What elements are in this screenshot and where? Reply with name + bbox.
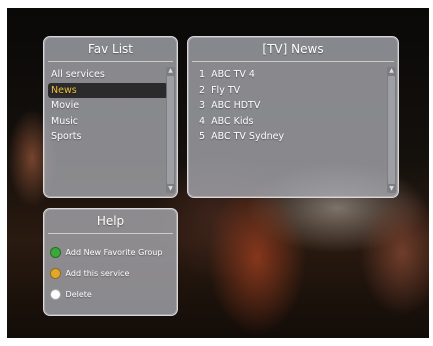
- help-panel: Help Add New Favorite Group Add this ser…: [43, 208, 178, 316]
- fav-list-scrollbar[interactable]: ▲ ▼: [166, 67, 175, 193]
- scroll-down-arrow-icon[interactable]: ▼: [387, 185, 396, 193]
- scroll-up-arrow-icon[interactable]: ▲: [166, 67, 175, 75]
- green-button-icon: [50, 247, 61, 258]
- yellow-button-icon: [50, 268, 61, 279]
- fav-group-item-news[interactable]: News: [48, 82, 168, 98]
- help-label: Add New Favorite Group: [65, 248, 163, 257]
- channel-item[interactable]: 4 ABC Kids: [196, 114, 386, 130]
- fav-group-item-music[interactable]: Music: [48, 114, 168, 130]
- scroll-up-arrow-icon[interactable]: ▲: [387, 67, 396, 75]
- channel-list-title: [TV] News: [192, 37, 394, 62]
- channel-number: 1: [199, 69, 206, 80]
- fav-group-label: Movie: [51, 100, 80, 111]
- help-label: Add this service: [65, 269, 130, 278]
- help-add-service-row: Add this service: [50, 267, 129, 281]
- scroll-thumb[interactable]: [167, 76, 174, 184]
- help-delete-row: Delete: [50, 288, 92, 302]
- fav-group-label: All services: [51, 69, 105, 80]
- channel-name: ABC TV 4: [211, 69, 255, 80]
- help-add-group-row: Add New Favorite Group: [50, 246, 162, 260]
- channel-number: 5: [199, 131, 206, 142]
- fav-group-item-sports[interactable]: Sports: [48, 129, 168, 145]
- channel-item[interactable]: 2 Fly TV: [196, 83, 386, 99]
- channel-name: Fly TV: [211, 84, 241, 96]
- channel-item[interactable]: 5 ABC TV Sydney: [196, 129, 386, 145]
- channel-name: ABC Kids: [211, 115, 254, 127]
- channel-number: 3: [199, 100, 206, 111]
- channel-item[interactable]: 1 ABC TV 4: [196, 67, 386, 83]
- channel-name: ABC TV Sydney: [211, 131, 285, 142]
- fav-list-panel: Fav List All services News Movie Music S…: [43, 36, 178, 198]
- scroll-down-arrow-icon[interactable]: ▼: [166, 185, 175, 193]
- help-label: Delete: [65, 290, 92, 299]
- fav-group-item-movie[interactable]: Movie: [48, 98, 168, 114]
- help-title: Help: [48, 209, 173, 234]
- fav-group-list: All services News Movie Music Sports: [48, 67, 168, 145]
- channel-number: 4: [199, 115, 206, 127]
- channel-item[interactable]: 3 ABC HDTV: [196, 98, 386, 114]
- scroll-thumb[interactable]: [388, 76, 395, 184]
- channel-list: 1 ABC TV 4 2 Fly TV 3 ABC HDTV 4 ABC Kid…: [196, 67, 386, 145]
- channel-number: 2: [199, 84, 206, 96]
- tv-screen: Fav List All services News Movie Music S…: [7, 8, 429, 338]
- fav-group-item-all-services[interactable]: All services: [48, 67, 168, 83]
- fav-group-label: Sports: [51, 131, 82, 142]
- fav-group-label: Music: [51, 115, 79, 127]
- white-button-icon: [50, 289, 61, 300]
- channel-list-scrollbar[interactable]: ▲ ▼: [387, 67, 396, 193]
- fav-group-label: News: [51, 84, 77, 96]
- fav-list-title: Fav List: [48, 37, 173, 62]
- channel-name: ABC HDTV: [211, 100, 261, 111]
- channel-list-panel: [TV] News 1 ABC TV 4 2 Fly TV 3 ABC HDTV…: [187, 36, 399, 198]
